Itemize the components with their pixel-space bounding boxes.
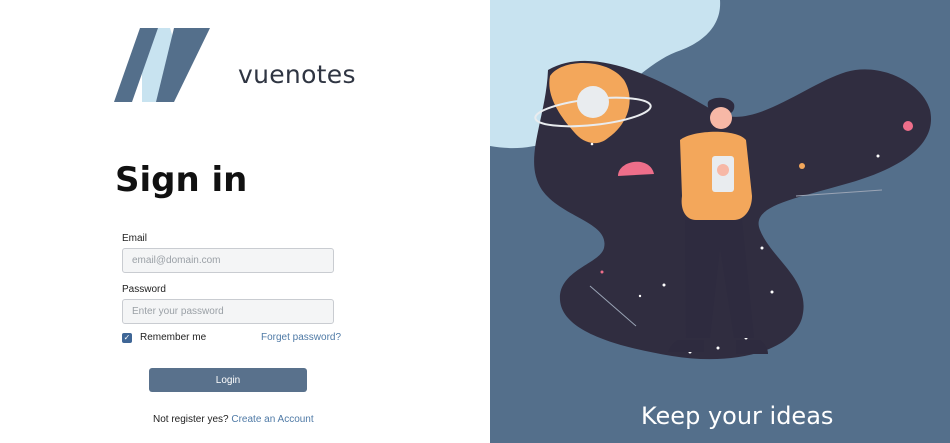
register-prompt-text: Not register yes? (153, 414, 229, 425)
brand-name: vuenotes (238, 60, 356, 89)
password-label: Password (122, 284, 166, 295)
forgot-password-link[interactable]: Forget password? (261, 332, 341, 343)
page-title: Sign in (115, 160, 248, 200)
remember-checkbox[interactable]: ✓ (122, 332, 132, 343)
remember-label: Remember me (140, 332, 207, 343)
password-field[interactable] (122, 299, 334, 324)
hero-panel: Keep your ideas (490, 0, 950, 443)
create-account-link[interactable]: Create an Account (231, 414, 313, 425)
remember-me[interactable]: ✓ Remember me (122, 332, 206, 343)
login-button[interactable]: Login (149, 368, 307, 392)
signin-panel: vuenotes Sign in Email Password ✓ Rememb… (0, 0, 490, 443)
vuenotes-logo-icon (114, 28, 210, 102)
email-field[interactable] (122, 248, 334, 273)
hero-tagline: Keep your ideas (641, 402, 834, 430)
person-space-illustration (490, 0, 932, 360)
email-label: Email (122, 233, 148, 244)
register-prompt: Not register yes? Create an Account (153, 414, 314, 425)
checkmark-icon: ✓ (123, 332, 131, 342)
